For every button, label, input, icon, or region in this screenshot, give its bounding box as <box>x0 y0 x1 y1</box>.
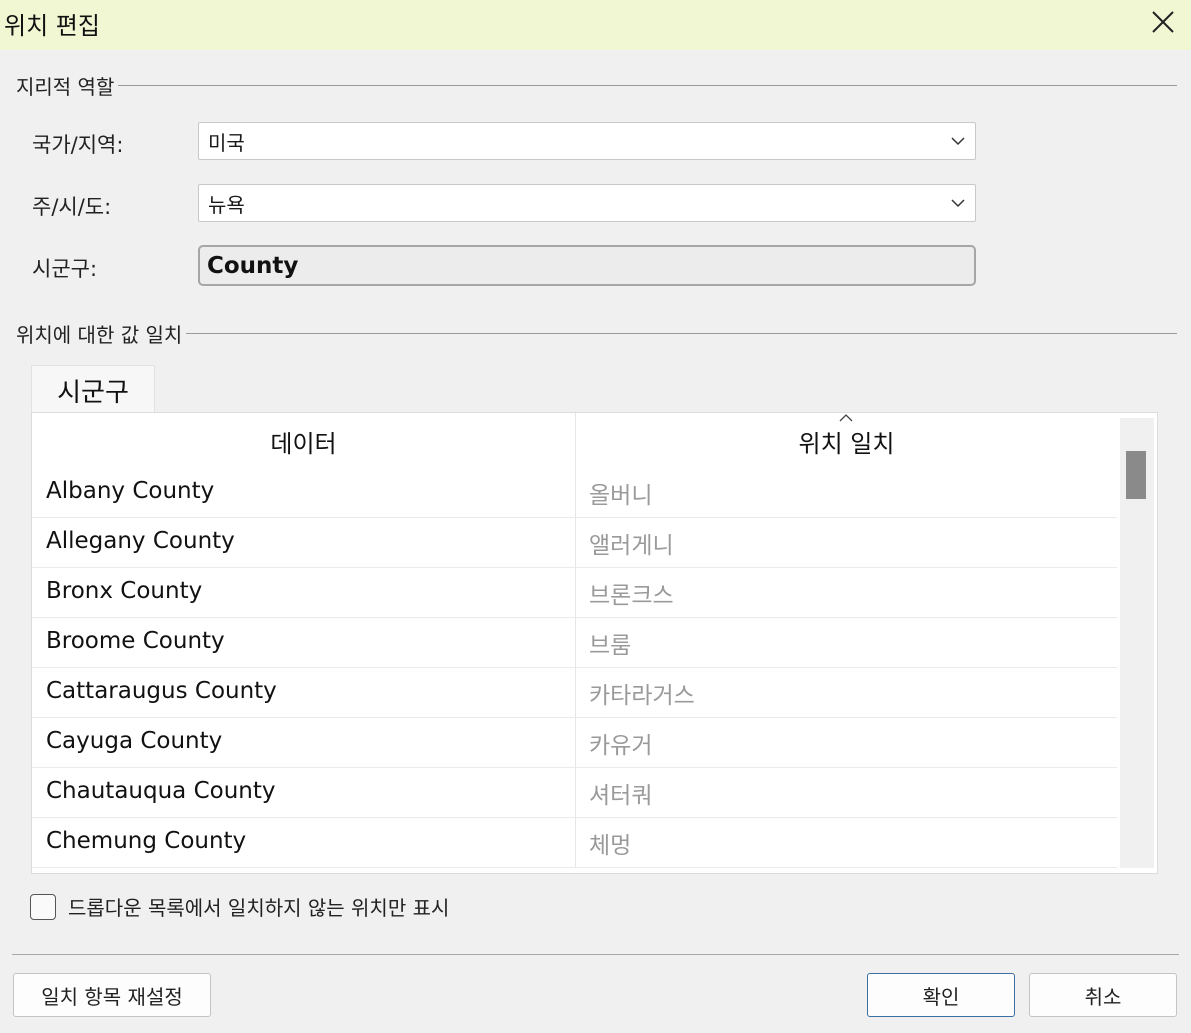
table-body: Albany County 올버니 Allegany County 앨러게니 B… <box>32 468 1117 868</box>
title-bar: 위치 편집 <box>0 0 1191 50</box>
location-match-cell[interactable]: 올버니 <box>575 468 1117 517</box>
scrollbar-thumb[interactable] <box>1126 451 1146 499</box>
location-match-cell[interactable]: 앨러게니 <box>575 518 1117 567</box>
data-cell: Cattaraugus County <box>46 678 277 704</box>
chevron-down-icon <box>951 199 965 208</box>
vertical-scrollbar[interactable] <box>1120 418 1154 868</box>
unmatched-only-toggle[interactable]: 드롭다운 목록에서 일치하지 않는 위치만 표시 <box>30 892 449 921</box>
group-divider <box>118 84 1177 86</box>
state-select[interactable]: 뉴욕 <box>198 184 976 222</box>
location-match-cell[interactable]: 카유거 <box>575 718 1117 767</box>
footer-divider <box>12 954 1179 955</box>
column-header-location-label: 위치 일치 <box>798 430 895 458</box>
table-row: Bronx County 브론크스 <box>32 568 1117 618</box>
county-field: County <box>198 245 976 286</box>
window-title: 위치 편집 <box>4 12 100 40</box>
column-header-data-label: 데이터 <box>270 430 337 458</box>
table-row: Allegany County 앨러게니 <box>32 518 1117 568</box>
table-header: 데이터 위치 일치 <box>32 413 1117 470</box>
group-divider <box>186 332 1177 334</box>
data-cell: Chautauqua County <box>46 778 276 804</box>
country-select-value: 미국 <box>208 130 245 155</box>
geo-role-group-title: 지리적 역할 <box>16 74 115 99</box>
ok-button[interactable]: 확인 <box>867 973 1015 1017</box>
reset-matches-button[interactable]: 일치 항목 재설정 <box>13 973 211 1017</box>
country-label: 국가/지역: <box>32 133 124 157</box>
location-match-cell[interactable]: 카타라거스 <box>575 668 1117 717</box>
column-header-data[interactable]: 데이터 <box>32 413 575 470</box>
table-row: Chemung County 체멍 <box>32 818 1117 868</box>
table-row: Albany County 올버니 <box>32 468 1117 518</box>
location-match-cell[interactable]: 체멍 <box>575 818 1117 867</box>
match-table: 데이터 위치 일치 Albany County 올버니 Allegany Cou… <box>31 412 1158 874</box>
unmatched-only-checkbox[interactable] <box>30 893 56 920</box>
county-label: 시군구: <box>32 257 98 281</box>
data-cell: Cayuga County <box>46 728 223 754</box>
state-select-value: 뉴욕 <box>208 192 245 217</box>
country-select[interactable]: 미국 <box>198 122 976 160</box>
data-cell: Broome County <box>46 628 225 654</box>
close-button[interactable] <box>1143 4 1183 40</box>
tab-county[interactable]: 시군구 <box>31 365 155 414</box>
chevron-down-icon <box>951 137 965 146</box>
data-cell: Chemung County <box>46 828 247 854</box>
county-field-value: County <box>207 252 299 279</box>
table-row: Cayuga County 카유거 <box>32 718 1117 768</box>
cancel-button[interactable]: 취소 <box>1029 973 1177 1017</box>
close-icon <box>1152 11 1174 33</box>
table-row: Chautauqua County 셔터쿼 <box>32 768 1117 818</box>
cancel-button-label: 취소 <box>1084 984 1122 1009</box>
reset-matches-button-label: 일치 항목 재설정 <box>41 984 183 1009</box>
data-cell: Albany County <box>46 478 215 504</box>
ok-button-label: 확인 <box>922 984 960 1009</box>
state-label: 주/시/도: <box>32 195 112 219</box>
match-group-header: 위치에 대한 값 일치 <box>16 318 1177 348</box>
table-row: Cattaraugus County 카타라거스 <box>32 668 1117 718</box>
table-row: Broome County 브룸 <box>32 618 1117 668</box>
location-match-cell[interactable]: 브론크스 <box>575 568 1117 617</box>
tab-county-label: 시군구 <box>57 377 129 408</box>
match-group-title: 위치에 대한 값 일치 <box>16 322 183 347</box>
location-match-cell[interactable]: 브룸 <box>575 618 1117 667</box>
unmatched-only-label: 드롭다운 목록에서 일치하지 않는 위치만 표시 <box>68 896 450 920</box>
data-cell: Allegany County <box>46 528 235 554</box>
data-cell: Bronx County <box>46 578 203 604</box>
geo-role-group-header: 지리적 역할 <box>16 70 1177 100</box>
location-match-cell[interactable]: 셔터쿼 <box>575 768 1117 817</box>
sort-ascending-icon <box>839 414 853 422</box>
